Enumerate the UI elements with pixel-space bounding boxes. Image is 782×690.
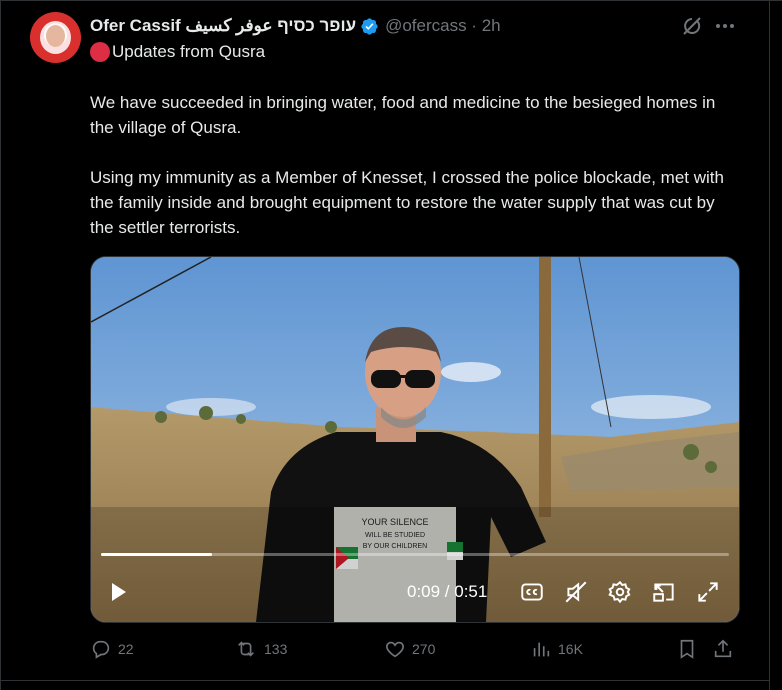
tweet-header: Ofer Cassif עופר כסיף عوفر كسيف @ofercas… — [90, 14, 501, 38]
video-player[interactable]: YOUR SILENCE WILL BE STUDIED BY OUR CHIL… — [90, 256, 740, 623]
tweet-paragraph: We have succeeded in bringing water, foo… — [90, 93, 716, 137]
reply-count: 22 — [118, 641, 134, 657]
more-options-icon[interactable] — [713, 14, 737, 38]
video-frame: YOUR SILENCE WILL BE STUDIED BY OUR CHIL… — [91, 257, 739, 622]
tweet-paragraph: Using my immunity as a Member of Knesset… — [90, 168, 724, 237]
reply-icon — [92, 640, 110, 659]
subtitle-text: Updates from Qusra — [112, 42, 266, 61]
repost-icon — [238, 641, 254, 657]
bookmark-icon — [680, 639, 694, 659]
tweet-action-bar: 22 133 270 16K — [90, 636, 738, 662]
settings-gear-icon[interactable] — [607, 579, 633, 605]
closed-captions-icon[interactable] — [519, 579, 545, 605]
tweet-subtitle: Updates from Qusra — [90, 42, 265, 62]
verified-badge-icon — [361, 17, 378, 35]
tweet-body: We have succeeded in bringing water, foo… — [90, 90, 740, 265]
frame-right-border — [769, 0, 770, 690]
author-name[interactable]: Ofer Cassif עופר כסיף عوفر كسيف — [90, 16, 356, 36]
video-progress-track[interactable] — [101, 553, 729, 556]
like-button[interactable]: 270 — [384, 636, 435, 662]
frame-left-border — [0, 0, 1, 690]
red-circle-icon — [90, 42, 110, 62]
picture-in-picture-icon[interactable] — [651, 579, 677, 605]
frame-top-border — [0, 0, 782, 1]
share-button[interactable] — [712, 636, 740, 662]
frame-bottom-border — [0, 680, 770, 681]
grok-icon[interactable] — [680, 14, 704, 38]
like-count: 270 — [412, 641, 436, 657]
share-icon — [714, 639, 732, 658]
fullscreen-icon[interactable] — [695, 579, 721, 605]
video-time: 0:09 / 0:51 — [407, 582, 488, 601]
avatar[interactable] — [30, 12, 81, 63]
views-chart-icon — [533, 642, 550, 657]
handle-and-time[interactable]: @ofercass · 2h — [385, 16, 501, 36]
heart-icon — [386, 641, 404, 658]
reply-button[interactable]: 22 — [90, 636, 134, 662]
views-button[interactable]: 16K — [530, 636, 583, 662]
mute-icon[interactable] — [563, 579, 589, 605]
play-icon[interactable] — [107, 579, 129, 605]
avatar-face — [46, 25, 65, 47]
views-count: 16K — [558, 641, 583, 657]
video-progress-fill — [101, 553, 212, 556]
bookmark-button[interactable] — [676, 636, 704, 662]
repost-count: 133 — [264, 641, 288, 657]
repost-button[interactable]: 133 — [234, 636, 287, 662]
